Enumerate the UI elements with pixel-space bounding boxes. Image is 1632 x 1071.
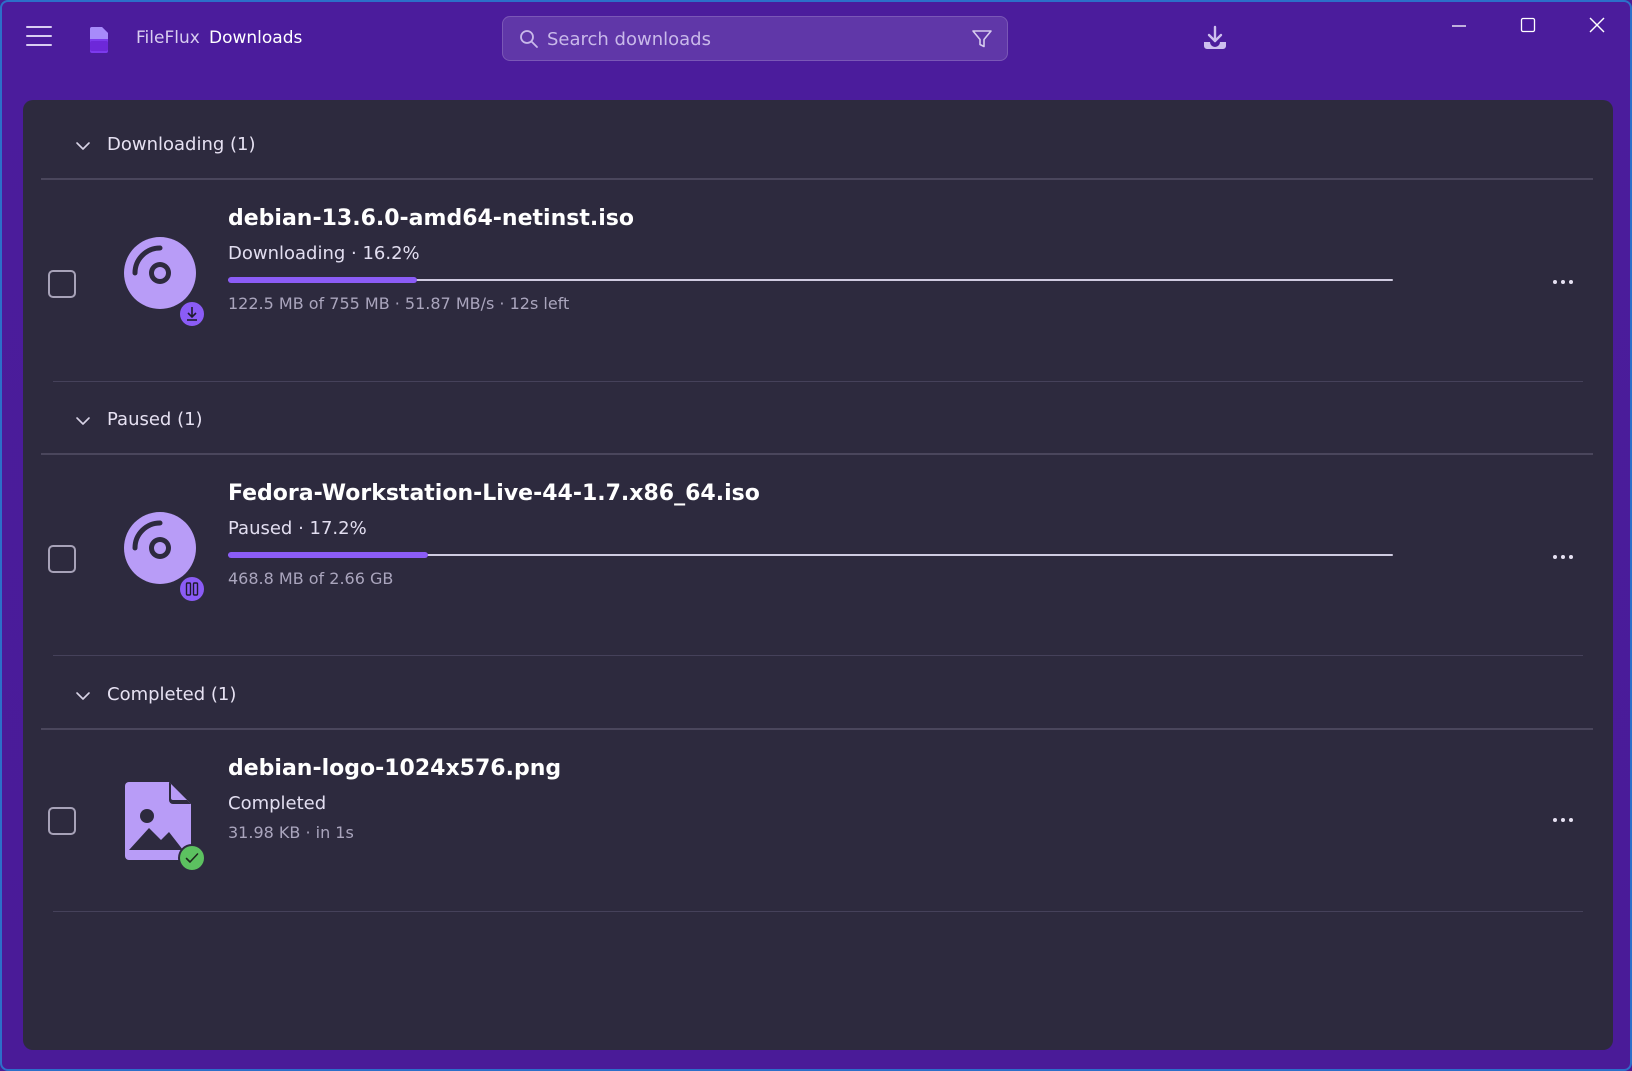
- progress-fill: [228, 552, 429, 558]
- file-name: Fedora-Workstation-Live-44-1.7.x86_64.is…: [228, 481, 760, 506]
- group-title: Completed (1): [107, 684, 237, 705]
- breadcrumb: Downloads: [209, 28, 303, 48]
- item-status: Completed: [228, 793, 327, 814]
- more-options-icon[interactable]: [1545, 547, 1581, 567]
- search-icon: [520, 30, 538, 48]
- menu-icon[interactable]: [26, 26, 52, 48]
- filter-icon[interactable]: [971, 28, 993, 50]
- download-item[interactable]: debian-13.6.0-amd64-netinst.iso Download…: [23, 180, 1613, 376]
- item-status: Paused · 17.2%: [228, 518, 367, 539]
- search-input[interactable]: [545, 17, 959, 62]
- minimize-icon[interactable]: [1436, 14, 1482, 44]
- group-header-downloading[interactable]: Downloading (1): [23, 110, 1613, 182]
- progress-bar: [228, 277, 1393, 283]
- group-header-paused[interactable]: Paused (1): [23, 385, 1613, 457]
- item-checkbox[interactable]: [48, 270, 76, 298]
- close-icon[interactable]: [1574, 14, 1620, 44]
- title-bar: FileFlux Downloads: [2, 2, 1630, 76]
- check-badge-icon: [178, 844, 206, 872]
- app-logo-icon: [90, 27, 108, 53]
- progress-fill: [228, 277, 417, 283]
- item-status: Downloading · 16.2%: [228, 243, 420, 264]
- file-name: debian-logo-1024x576.png: [228, 756, 562, 781]
- download-icon[interactable]: [1202, 24, 1228, 52]
- item-details: 31.98 KB · in 1s: [228, 823, 354, 842]
- app-name: FileFlux: [136, 28, 200, 48]
- downloads-panel: Downloading (1) debian-13.6.0-amd64-neti…: [23, 100, 1613, 1050]
- item-details: 468.8 MB of 2.66 GB: [228, 569, 394, 588]
- download-badge-icon: [178, 300, 206, 328]
- item-details: 122.5 MB of 755 MB · 51.87 MB/s · 12s le…: [228, 294, 570, 313]
- pause-badge-icon: [178, 575, 206, 603]
- download-item[interactable]: Fedora-Workstation-Live-44-1.7.x86_64.is…: [23, 455, 1613, 651]
- chevron-down-icon: [76, 142, 90, 150]
- more-options-icon[interactable]: [1545, 272, 1581, 292]
- group-title: Downloading (1): [107, 134, 256, 155]
- progress-bar: [228, 552, 1393, 558]
- search-box: [502, 16, 1008, 62]
- divider: [53, 911, 1583, 912]
- more-options-icon[interactable]: [1545, 810, 1581, 830]
- file-name: debian-13.6.0-amd64-netinst.iso: [228, 206, 634, 231]
- divider: [53, 381, 1583, 382]
- group-header-completed[interactable]: Completed (1): [23, 660, 1613, 732]
- item-checkbox[interactable]: [48, 545, 76, 573]
- group-title: Paused (1): [107, 409, 203, 430]
- app-window: FileFlux Downloads Search downloads Down…: [0, 0, 1632, 1071]
- chevron-down-icon: [76, 692, 90, 700]
- divider: [53, 655, 1583, 656]
- maximize-icon[interactable]: [1505, 14, 1551, 44]
- item-checkbox[interactable]: [48, 807, 76, 835]
- download-item[interactable]: debian-logo-1024x576.png Completed 31.98…: [23, 730, 1613, 926]
- chevron-down-icon: [76, 417, 90, 425]
